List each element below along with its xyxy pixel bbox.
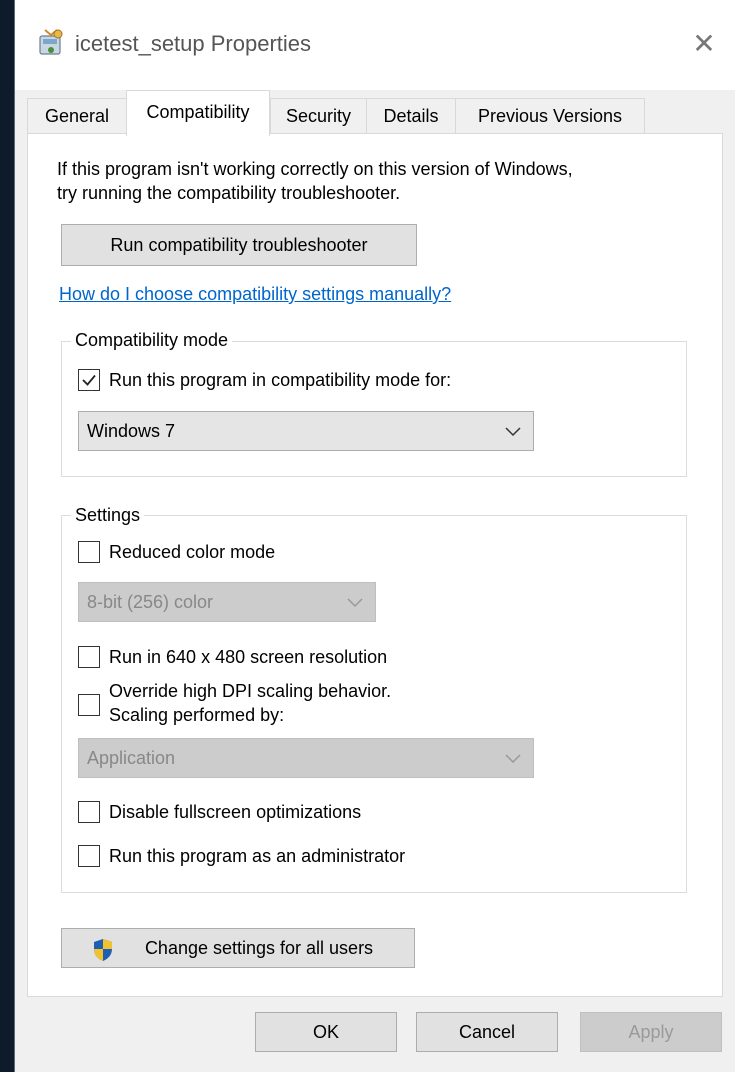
tab-label: Compatibility	[146, 102, 250, 122]
os-version-value: Windows 7	[87, 421, 176, 441]
fullscreen-opt-label: Disable fullscreen optimizations	[109, 802, 362, 822]
change-settings-label: Change settings for all users	[144, 938, 374, 958]
compatibility-mode-group	[61, 341, 687, 477]
res-640-label: Run in 640 x 480 screen resolution	[109, 647, 388, 667]
tab-label: General	[44, 106, 110, 126]
setup-package-icon	[37, 28, 65, 58]
window-title: icetest_setup Properties	[75, 31, 312, 56]
tab-label: Details	[383, 106, 439, 126]
intro-line-2: try running the compatibility troublesho…	[57, 183, 401, 203]
chevron-down-icon	[505, 412, 521, 450]
tab-general[interactable]: General	[27, 98, 127, 134]
res-640-checkbox[interactable]	[78, 646, 100, 668]
high-dpi-checkbox[interactable]	[78, 694, 100, 716]
dpi-scaling-select[interactable]: Application	[78, 738, 534, 778]
os-version-select[interactable]: Windows 7	[78, 411, 534, 451]
title-bar[interactable]: icetest_setup Properties ✕	[15, 0, 735, 90]
color-depth-select[interactable]: 8-bit (256) color	[78, 582, 376, 622]
reduced-color-checkbox[interactable]	[78, 541, 100, 563]
compat-mode-checkbox[interactable]	[78, 369, 100, 391]
compatibility-mode-label: Compatibility mode	[71, 330, 233, 351]
check-icon	[82, 374, 96, 386]
properties-dialog: icetest_setup Properties ✕ General Compa…	[14, 0, 735, 1072]
tab-security[interactable]: Security	[270, 98, 367, 134]
dpi-scaling-value: Application	[87, 748, 176, 768]
run-as-admin-label: Run this program as an administrator	[109, 846, 406, 866]
compat-mode-checkbox-label: Run this program in compatibility mode f…	[109, 370, 452, 390]
manual-settings-link[interactable]: How do I choose compatibility settings m…	[59, 284, 451, 305]
intro-line-1: If this program isn't working correctly …	[57, 159, 573, 179]
change-settings-all-users-button[interactable]: Change settings for all users	[61, 928, 415, 968]
tab-details[interactable]: Details	[366, 98, 456, 134]
run-as-admin-checkbox[interactable]	[78, 845, 100, 867]
tab-label: Previous Versions	[477, 106, 623, 126]
tab-compatibility[interactable]: Compatibility	[126, 90, 270, 136]
intro-text: If this program isn't working correctly …	[57, 157, 697, 205]
fullscreen-opt-checkbox[interactable]	[78, 801, 100, 823]
uac-shield-icon	[92, 937, 114, 975]
close-icon: ✕	[692, 28, 716, 59]
chevron-down-icon	[505, 739, 521, 777]
close-button[interactable]: ✕	[682, 22, 726, 66]
color-depth-value: 8-bit (256) color	[87, 592, 214, 612]
apply-button[interactable]: Apply	[580, 1012, 722, 1052]
ok-button[interactable]: OK	[255, 1012, 397, 1052]
high-dpi-label-line-2: Scaling performed by:	[109, 705, 285, 725]
tab-label: Security	[285, 106, 352, 126]
chevron-down-icon	[347, 583, 363, 621]
tab-previous-versions[interactable]: Previous Versions	[455, 98, 645, 134]
high-dpi-label-line-1: Override high DPI scaling behavior.	[109, 681, 392, 701]
cancel-button[interactable]: Cancel	[416, 1012, 558, 1052]
run-troubleshooter-button[interactable]: Run compatibility troubleshooter	[61, 224, 417, 266]
reduced-color-label: Reduced color mode	[109, 542, 276, 562]
settings-group-label: Settings	[71, 505, 145, 526]
